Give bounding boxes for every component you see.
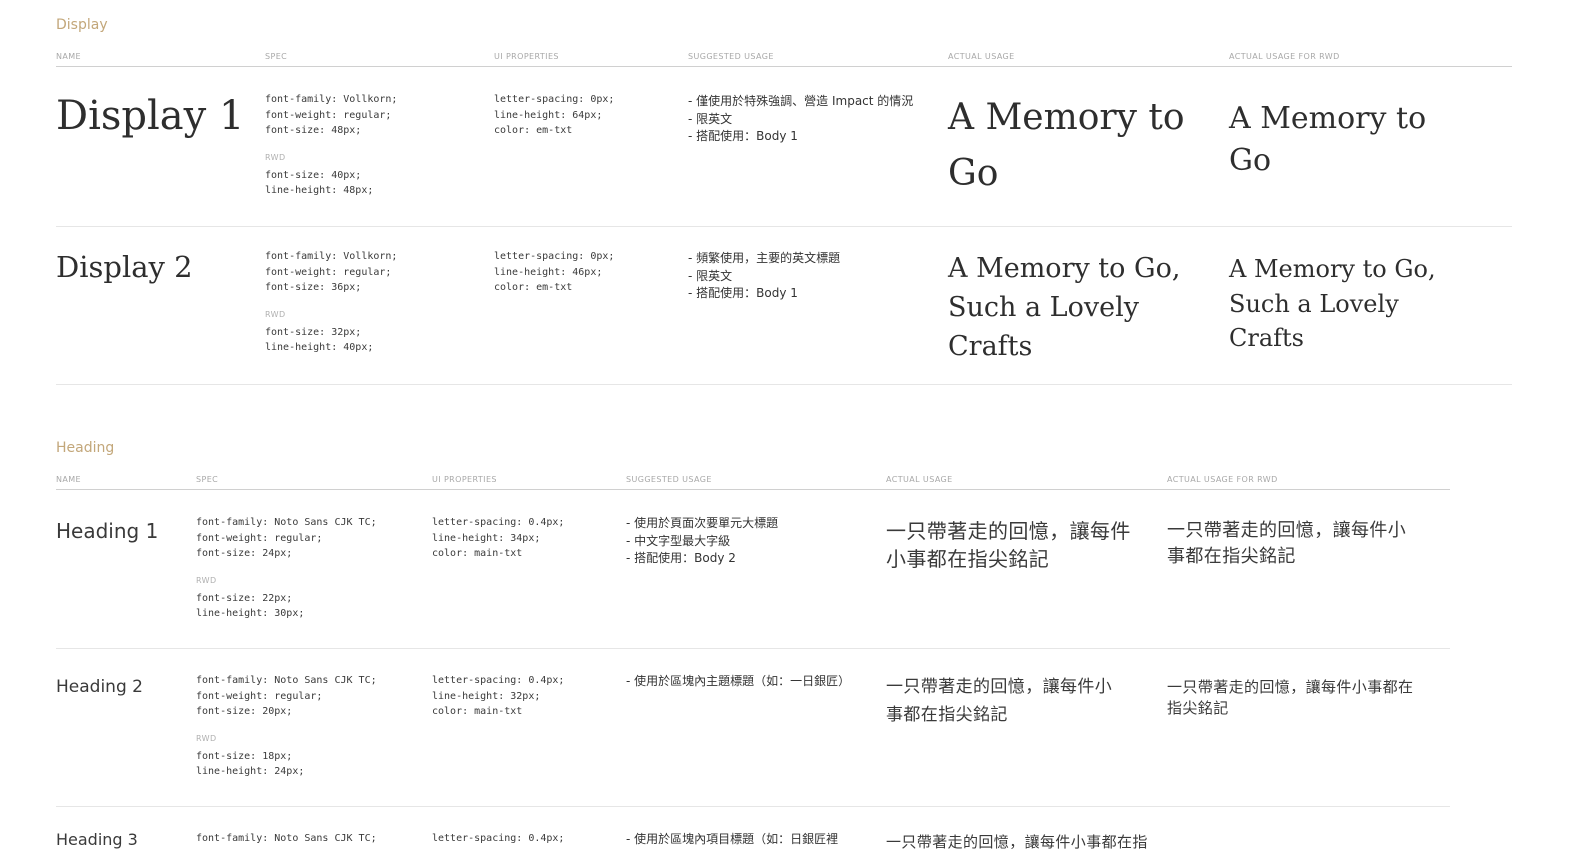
spec-cell: font-family: Vollkorn; font-weight: regu… (265, 92, 397, 199)
suggested-usage-list: 使用於頁面次要單元大標題 中文字型最大字級 搭配使用：Body 2 (626, 515, 778, 568)
table-row: Heading 2 font-family: Noto Sans CJK TC;… (56, 649, 1450, 807)
actual-usage-sample: 一只帶著走的回憶，讓每件小事都在指尖銘記 (886, 519, 1131, 571)
actual-usage-rwd-sample: 一只帶著走的回憶，讓每件小事都在指尖銘記 (1167, 520, 1407, 567)
header-actual-usage-rwd: ACTUAL USAGE FOR RWD (1167, 475, 1278, 484)
spec-cell: font-family: Noto Sans CJK TC; font-weig… (196, 515, 377, 622)
spec-cell: font-family: Vollkorn; font-weight: regu… (265, 249, 397, 356)
spec-text: font-family: Noto Sans CJK TC; font-weig… (196, 675, 377, 717)
usage-item: 搭配使用：Body 2 (626, 550, 778, 568)
spec-text: font-family: Noto Sans CJK TC; (196, 833, 377, 844)
usage-item: 中文字型最大字級 (626, 533, 778, 551)
ui-properties-text: letter-spacing: 0.4px; (432, 833, 565, 844)
ui-properties-text: letter-spacing: 0.4px; line-height: 34px… (432, 517, 565, 559)
rwd-label: RWD (265, 309, 286, 319)
table-header: NAME SPEC UI PROPERTIES SUGGESTED USAGE … (56, 475, 1450, 490)
header-name: NAME (56, 475, 82, 484)
type-name: Heading 2 (56, 677, 143, 697)
type-name: Heading 1 (56, 519, 159, 543)
spec-text: font-family: Vollkorn; font-weight: regu… (265, 251, 398, 293)
type-name: Display 2 (56, 250, 193, 284)
type-name: Display 1 (56, 93, 245, 139)
usage-item: 限英文 (688, 268, 840, 286)
actual-usage-rwd-sample: A Memory to Go (1229, 101, 1427, 178)
header-actual-usage: ACTUAL USAGE (948, 52, 1015, 61)
actual-usage-sample: 一只帶著走的回憶，讓每件小事都在指 (886, 833, 1148, 851)
spec-cell: font-family: Noto Sans CJK TC; font-weig… (196, 673, 377, 780)
ui-properties-text: letter-spacing: 0px; line-height: 64px; … (494, 94, 615, 136)
rwd-spec-text: font-size: 22px; line-height: 30px; (196, 592, 305, 620)
header-suggested-usage: SUGGESTED USAGE (688, 52, 774, 61)
actual-usage-sample: A Memory to Go, Such a Lovely Crafts (948, 253, 1181, 362)
rwd-spec-text: font-size: 32px; line-height: 40px; (265, 326, 374, 354)
section-title-display: Display (56, 17, 108, 33)
actual-usage-sample: 一只帶著走的回憶，讓每件小事都在指尖銘記 (886, 677, 1113, 725)
spec-text: font-family: Vollkorn; font-weight: regu… (265, 94, 398, 136)
usage-item: 搭配使用：Body 1 (688, 128, 913, 146)
spec-text: font-family: Noto Sans CJK TC; font-weig… (196, 517, 377, 559)
suggested-usage-list: 頻繁使用，主要的英文標題 限英文 搭配使用：Body 1 (688, 250, 840, 303)
actual-usage-rwd-sample: 一只帶著走的回憶，讓每件小事都在指尖銘記 (1167, 678, 1414, 717)
table-header: NAME SPEC UI PROPERTIES SUGGESTED USAGE … (56, 52, 1512, 67)
header-actual-usage-rwd: ACTUAL USAGE FOR RWD (1229, 52, 1340, 61)
section-title-heading: Heading (56, 440, 115, 456)
table-row: Display 1 font-family: Vollkorn; font-we… (56, 70, 1512, 227)
table-row: Heading 1 font-family: Noto Sans CJK TC;… (56, 493, 1450, 649)
ui-properties-text: letter-spacing: 0px; line-height: 46px; … (494, 251, 615, 293)
actual-usage-sample: A Memory to Go (948, 97, 1185, 194)
actual-usage-rwd-sample: A Memory to Go, Such a Lovely Crafts (1229, 255, 1436, 352)
header-actual-usage: ACTUAL USAGE (886, 475, 953, 484)
header-ui-properties: UI PROPERTIES (432, 475, 497, 484)
header-suggested-usage: SUGGESTED USAGE (626, 475, 712, 484)
header-spec: SPEC (196, 475, 219, 484)
rwd-label: RWD (196, 575, 217, 585)
type-name: Heading 3 (56, 830, 138, 849)
header-name: NAME (56, 52, 82, 61)
suggested-usage-list: 僅使用於特殊強調、營造 Impact 的情況 限英文 搭配使用：Body 1 (688, 93, 913, 146)
ui-properties-text: letter-spacing: 0.4px; line-height: 32px… (432, 675, 565, 717)
usage-item: 限英文 (688, 111, 913, 129)
usage-item: 使用於區塊內項目標題（如：日銀匠裡 (626, 831, 838, 849)
table-row: Heading 3 font-family: Noto Sans CJK TC;… (56, 807, 1450, 867)
usage-item: 頻繁使用，主要的英文標題 (688, 250, 840, 268)
table-row: Display 2 font-family: Vollkorn; font-we… (56, 227, 1512, 385)
usage-item: 使用於頁面次要單元大標題 (626, 515, 778, 533)
suggested-usage-list: 使用於區塊內主題標題（如：一日銀匠） (626, 673, 850, 691)
rwd-label: RWD (196, 733, 217, 743)
suggested-usage-list: 使用於區塊內項目標題（如：日銀匠裡 (626, 831, 838, 849)
header-spec: SPEC (265, 52, 288, 61)
usage-item: 搭配使用：Body 1 (688, 285, 840, 303)
usage-item: 僅使用於特殊強調、營造 Impact 的情況 (688, 93, 913, 111)
rwd-spec-text: font-size: 40px; line-height: 48px; (265, 169, 374, 197)
usage-item: 使用於區塊內主題標題（如：一日銀匠） (626, 673, 850, 691)
rwd-label: RWD (265, 152, 286, 162)
rwd-spec-text: font-size: 18px; line-height: 24px; (196, 750, 305, 778)
header-ui-properties: UI PROPERTIES (494, 52, 559, 61)
